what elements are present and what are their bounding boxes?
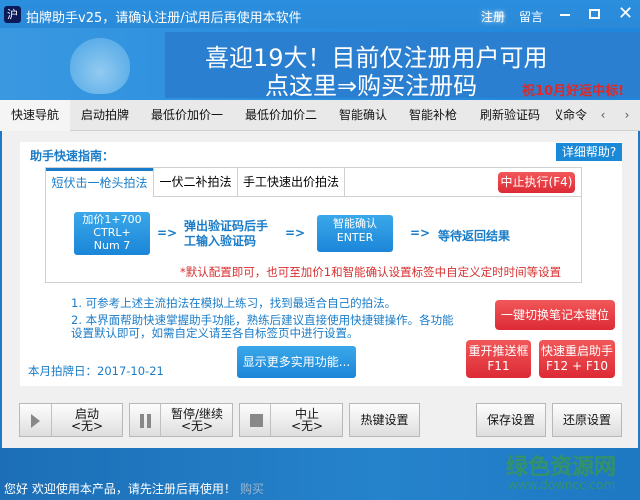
arrow-2: => bbox=[285, 226, 306, 240]
message-link[interactable]: 留言 bbox=[519, 8, 543, 25]
tip-2b: 设置默认即可，如需自定义请至各自标签页中进行设置。 bbox=[71, 326, 359, 340]
step-smart-confirm-button[interactable]: 智能确认 ENTER bbox=[317, 215, 393, 252]
tab-min-price-2[interactable]: 最低价加价二 bbox=[236, 100, 326, 131]
step2-line1: 弹出验证码后手 bbox=[184, 219, 269, 233]
hotkey-settings-button[interactable]: 热键设置 bbox=[349, 403, 420, 437]
step1-line3: Num 7 bbox=[93, 239, 131, 252]
guide-title: 助手快速指南： bbox=[30, 149, 115, 163]
tip-1: 1. 可参考上述主流拍法在模拟上练习，找到最适合自己的拍法。 bbox=[71, 296, 397, 310]
restart-label: 快速重启助手 bbox=[540, 344, 613, 358]
tab-scroll-left-icon[interactable]: ‹ bbox=[592, 100, 614, 131]
mascot-icon bbox=[70, 38, 130, 94]
promo-banner[interactable]: 喜迎19大！目前仅注册用户可用 点这里⇒购买注册码 祝10月好运中标! bbox=[0, 28, 640, 100]
watermark-url: www.downcc.com bbox=[508, 478, 616, 492]
tab-commands[interactable]: 议命令 bbox=[556, 100, 588, 131]
start-button[interactable]: 启动 <无> bbox=[19, 403, 123, 437]
pause-button[interactable]: 暂停/继续 <无> bbox=[129, 403, 233, 437]
banner-line2: 点这里⇒购买注册码 bbox=[265, 72, 478, 100]
stop-icon bbox=[250, 414, 263, 427]
reopen-label: 重开推送框 bbox=[468, 344, 529, 358]
tab-start[interactable]: 启动拍牌 bbox=[72, 100, 138, 131]
date-label: 本月拍牌日： bbox=[28, 364, 97, 378]
tab-refresh-captcha[interactable]: 刷新验证码 bbox=[470, 100, 550, 131]
start-hotkey: <无> bbox=[70, 419, 104, 433]
subtab-one-ambush-two[interactable]: 一伏二补拍法 bbox=[153, 168, 237, 196]
config-note: *默认配置即可，也可至加价1和智能确认设置标签中自定义定时时间等设置 bbox=[180, 265, 562, 279]
subtab-manual-quick[interactable]: 手工快速出价拍法 bbox=[237, 168, 345, 196]
reopen-key: F11 bbox=[487, 359, 510, 373]
step2-line2: 工输入验证码 bbox=[184, 234, 257, 248]
step-input-captcha: 弹出验证码后手 工输入验证码 bbox=[184, 219, 268, 249]
tab-min-price-1[interactable]: 最低价加价一 bbox=[142, 100, 232, 131]
main-tabs: 快速导航 启动拍牌 最低价加价一 最低价加价二 智能确认 智能补枪 刷新验证码 … bbox=[0, 100, 640, 131]
tab-quick-nav[interactable]: 快速导航 bbox=[0, 100, 70, 131]
stop-hotkey: <无> bbox=[290, 419, 324, 433]
pause-icon bbox=[140, 414, 151, 428]
step1-line2: CTRL+ bbox=[93, 226, 131, 239]
stop-button[interactable]: 中止 <无> bbox=[239, 403, 343, 437]
step1-line1: 加价1+700 bbox=[82, 213, 142, 226]
app-icon: 沪 bbox=[4, 6, 21, 23]
step3-line2: ENTER bbox=[336, 231, 374, 244]
minimize-button[interactable] bbox=[560, 14, 570, 16]
tab-smart-refill[interactable]: 智能补枪 bbox=[400, 100, 466, 131]
banner-panel: 喜迎19大！目前仅注册用户可用 点这里⇒购买注册码 祝10月好运中标! bbox=[165, 32, 640, 100]
register-link[interactable]: 注册 bbox=[481, 8, 505, 25]
step-add-price-button[interactable]: 加价1+700 CTRL+ Num 7 bbox=[74, 212, 150, 255]
status-text: 您好 欢迎使用本产品，请先注册后再使用！ bbox=[4, 482, 236, 496]
arrow-1: => bbox=[157, 226, 178, 240]
play-icon bbox=[31, 414, 40, 428]
auction-date: 本月拍牌日：2017-10-21 bbox=[28, 363, 164, 379]
close-button[interactable]: ✕ bbox=[618, 3, 633, 24]
tab-scroll-right-icon[interactable]: › bbox=[616, 100, 638, 131]
stop-exec-button[interactable]: 中止执行(F4) bbox=[498, 172, 575, 193]
arrow-3: => bbox=[410, 226, 431, 240]
subtab-short-ambush[interactable]: 短伏击一枪头拍法 bbox=[46, 168, 153, 197]
restart-key: F12 + F10 bbox=[545, 359, 609, 373]
quick-restart-button[interactable]: 快速重启助手 F12 + F10 bbox=[539, 340, 615, 378]
switch-notebook-keys-button[interactable]: 一键切换笔记本键位 bbox=[495, 300, 615, 330]
step3-line1: 智能确认 bbox=[333, 217, 377, 230]
date-value: 2017-10-21 bbox=[97, 364, 164, 378]
window-title: 拍牌助手v25，请确认注册/试用后再使用本软件 bbox=[26, 11, 302, 26]
save-settings-button[interactable]: 保存设置 bbox=[476, 403, 546, 437]
buy-link[interactable]: 购买 bbox=[240, 480, 264, 497]
restore-settings-button[interactable]: 还原设置 bbox=[552, 403, 622, 437]
show-more-button[interactable]: 显示更多实用功能... bbox=[237, 346, 356, 378]
tab-smart-confirm[interactable]: 智能确认 bbox=[330, 100, 396, 131]
title-bar: 沪 拍牌助手v25，请确认注册/试用后再使用本软件 注册 留言 ✕ bbox=[0, 0, 640, 30]
pause-hotkey: <无> bbox=[180, 419, 214, 433]
banner-wish: 祝10月好运中标! bbox=[522, 84, 625, 99]
reopen-push-box-button[interactable]: 重开推送框 F11 bbox=[466, 340, 531, 378]
step-wait-result: 等待返回结果 bbox=[438, 229, 511, 243]
maximize-button[interactable] bbox=[589, 9, 600, 19]
watermark-logo: 绿色资源网 bbox=[506, 455, 617, 480]
status-bar: 您好 欢迎使用本产品，请先注册后再使用！ 购买 绿色资源网 www.downcc… bbox=[0, 448, 640, 500]
detailed-help-button[interactable]: 详细帮助? bbox=[556, 143, 622, 161]
